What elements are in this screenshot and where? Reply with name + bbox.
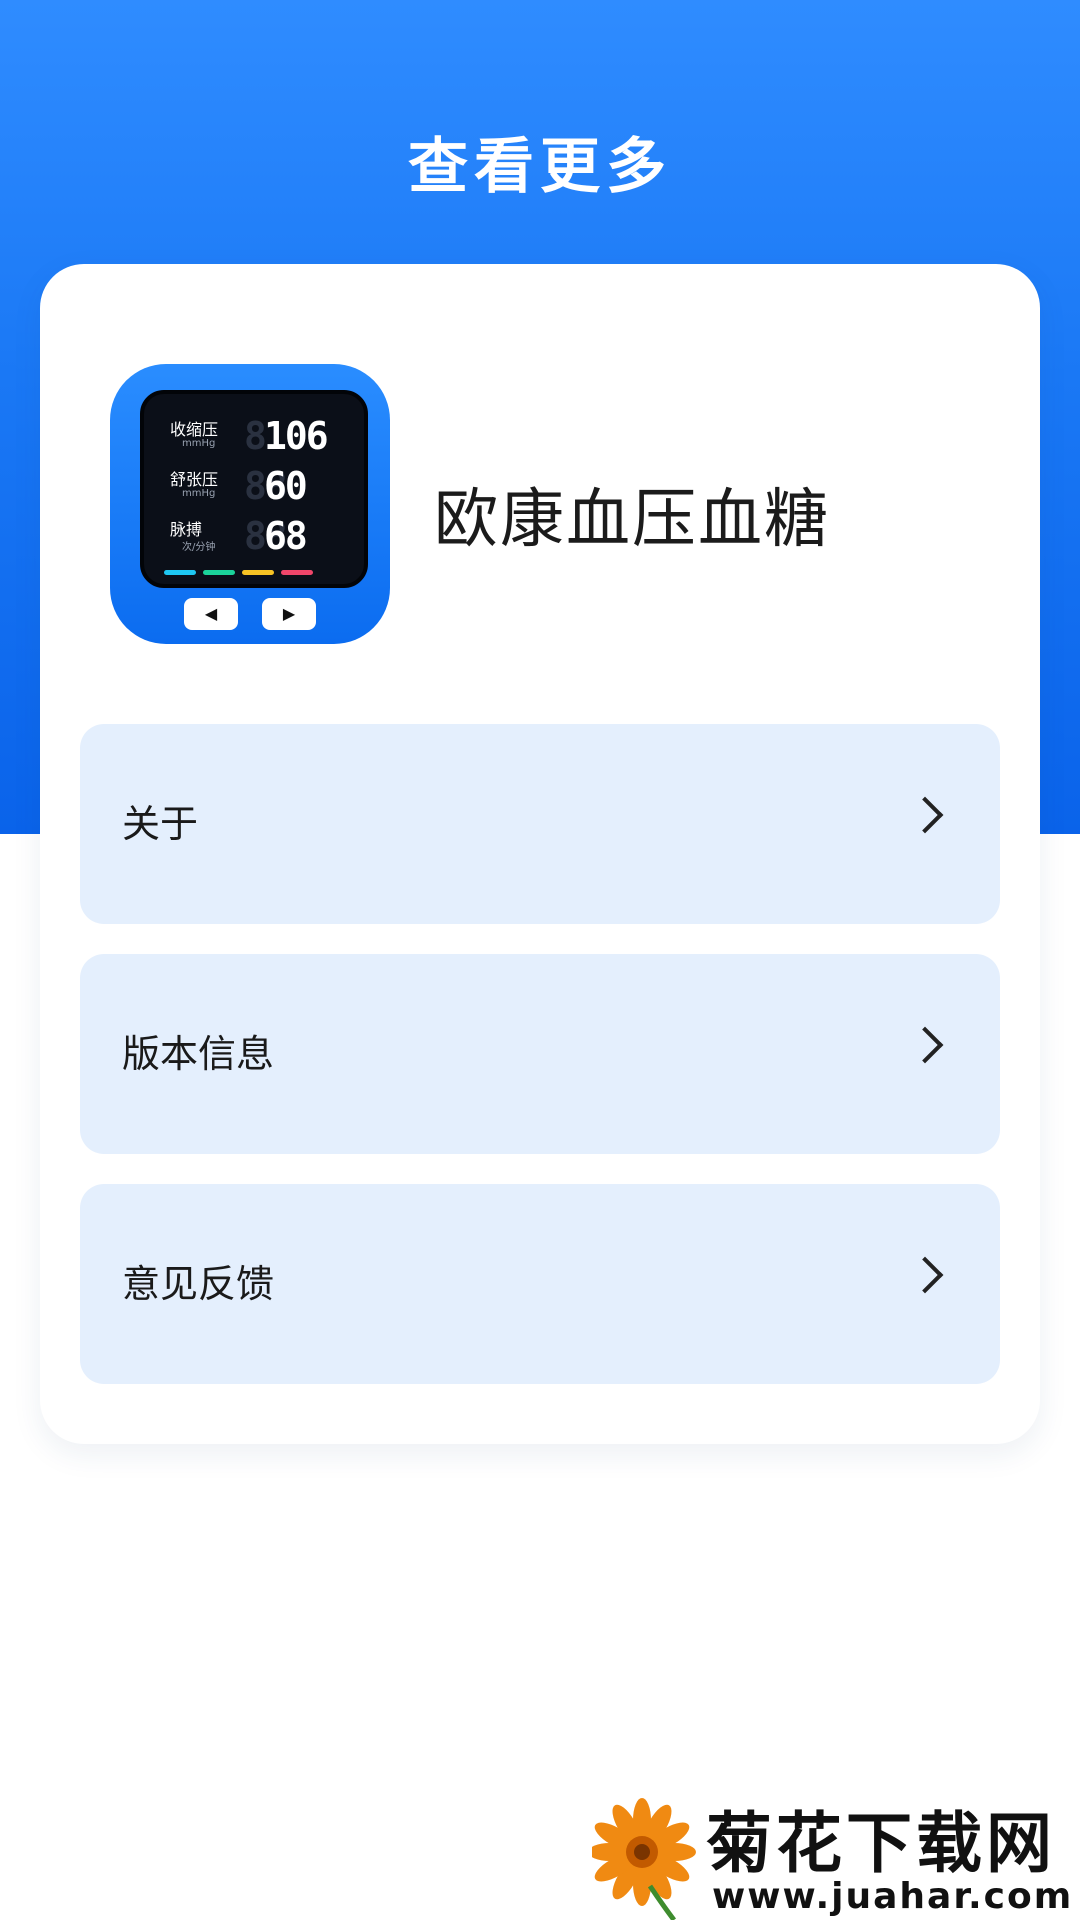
color-bar <box>203 570 235 575</box>
menu-item-feedback[interactable]: 意见反馈 <box>80 1184 1000 1384</box>
app-icon: 收缩压 mmHg 8 106 舒张压 mmHg 88 60 脉搏 次/分钟 88… <box>110 364 390 644</box>
systolic-ghost-digits: 8 <box>244 414 267 458</box>
diastolic-row: 舒张压 mmHg 88 60 <box>160 464 356 510</box>
chevron-right-icon <box>906 796 944 834</box>
color-bars <box>164 560 344 575</box>
pulse-label: 脉搏 <box>170 520 203 539</box>
watermark-text: 菊花下载网 <box>706 1805 1056 1882</box>
diastolic-value: 60 <box>264 464 308 508</box>
menu-item-version[interactable]: 版本信息 <box>80 954 1000 1154</box>
chevron-right-icon <box>906 1026 944 1064</box>
blood-pressure-display-icon: 收缩压 mmHg 8 106 舒张压 mmHg 88 60 脉搏 次/分钟 88… <box>140 390 368 588</box>
menu-item-about[interactable]: 关于 <box>80 724 1000 924</box>
page-title: 查看更多 <box>408 132 672 202</box>
menu-item-label: 意见反馈 <box>122 1262 275 1306</box>
color-bar <box>281 570 313 575</box>
pulse-unit: 次/分钟 <box>182 542 216 553</box>
systolic-value: 106 <box>264 414 329 458</box>
app-name: 欧康血压血糖 <box>434 483 830 557</box>
pulse-row: 脉搏 次/分钟 88 68 <box>160 514 356 560</box>
menu-item-label: 关于 <box>122 802 199 846</box>
watermark-url: www.juahar.com <box>712 1876 1074 1917</box>
systolic-row: 收缩压 mmHg 8 106 <box>160 414 356 460</box>
diastolic-label: 舒张压 <box>170 470 219 489</box>
systolic-label: 收缩压 <box>170 420 219 439</box>
chevron-right-icon <box>906 1256 944 1294</box>
flower-logo-icon <box>592 1798 696 1920</box>
color-bar <box>164 570 196 575</box>
color-bar <box>242 570 274 575</box>
pulse-value: 68 <box>264 514 308 558</box>
diastolic-unit: mmHg <box>182 488 216 499</box>
right-arrow-icon: ▶ <box>262 598 316 630</box>
systolic-unit: mmHg <box>182 438 216 449</box>
info-card: 收缩压 mmHg 8 106 舒张压 mmHg 88 60 脉搏 次/分钟 88… <box>40 264 1040 1444</box>
menu-item-label: 版本信息 <box>122 1032 275 1076</box>
left-arrow-icon: ◀ <box>184 598 238 630</box>
